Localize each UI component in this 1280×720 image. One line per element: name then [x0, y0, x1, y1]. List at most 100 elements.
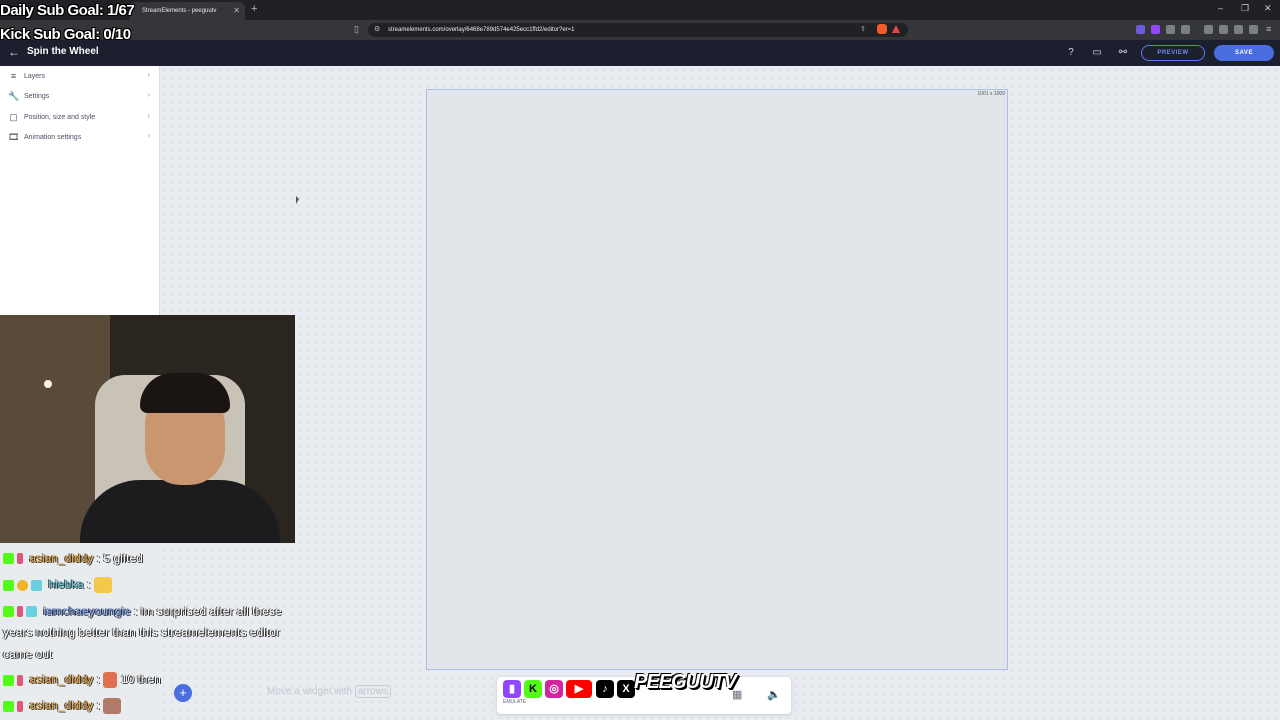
chat-message: iamchaeyoungie : im surprised after all …	[3, 604, 282, 618]
extension-icon[interactable]	[1136, 25, 1145, 34]
sidebar-item-label: Layers	[24, 73, 46, 80]
chat-message-continuation: came out	[3, 647, 53, 661]
bookmark-icon[interactable]: ▯	[354, 24, 359, 35]
emote-icon	[103, 672, 118, 688]
chat-message-continuation: years nothing better than this streamele…	[3, 625, 280, 639]
url-text: streamelements.com/overlay/6468e789d574e…	[388, 27, 575, 33]
sidebar-item-layers[interactable]: ≡ Layers ›	[0, 67, 160, 87]
chat-text: 5 gifted	[103, 551, 143, 565]
shield-icon[interactable]	[1249, 25, 1258, 34]
volume-icon[interactable]: 🔈	[767, 688, 781, 701]
share-icon[interactable]: ⇪	[860, 25, 866, 33]
kick-badge-icon	[3, 700, 14, 712]
url-field[interactable]: ⚙ streamelements.com/overlay/6468e789d57…	[368, 23, 908, 37]
sidebar-item-settings[interactable]: 🔧 Settings ›	[0, 87, 160, 107]
monitor-icon[interactable]: ▭	[1090, 46, 1104, 60]
webcam-feed	[0, 315, 295, 543]
sub-badge-icon	[17, 700, 23, 712]
x-icon: X	[617, 680, 635, 698]
chevron-right-icon: ›	[147, 131, 150, 140]
sub-badge-icon	[17, 674, 23, 686]
sub-badge-icon	[17, 606, 23, 618]
hint-key: arrows	[354, 685, 391, 698]
instagram-icon: ◎	[545, 680, 563, 698]
grid-icon[interactable]: ▦	[732, 688, 742, 701]
puzzle-icon[interactable]	[1166, 25, 1175, 34]
kick-sub-goal: Kick Sub Goal: 0/10	[0, 26, 131, 43]
sidebar-item-animation[interactable]: 🎞 Animation settings ›	[0, 128, 160, 148]
chat-separator: :	[96, 672, 101, 687]
kick-icon: K	[524, 680, 542, 698]
app-header: ← Spin the Wheel ? ▭ ⚯ PREVIEW SAVE	[0, 40, 1280, 66]
chat-separator: :	[87, 577, 91, 592]
chat-separator: :	[96, 698, 101, 713]
chat-text: im surprised after all these	[140, 604, 282, 618]
chat-message: asian_diddy : 5 gifted	[3, 551, 143, 565]
film-icon: 🎞	[8, 132, 20, 142]
preview-button[interactable]: PREVIEW	[1141, 45, 1205, 61]
mod-badge-icon	[26, 606, 37, 618]
new-tab-button[interactable]: +	[251, 3, 257, 15]
tab-title: StreamElements - peeguutv	[142, 8, 217, 14]
browser-tab[interactable]: StreamElements - peeguutv ✕	[130, 2, 245, 20]
emote-icon	[93, 577, 112, 593]
chat-message: hiebka :	[3, 577, 112, 593]
help-icon[interactable]: ?	[1064, 46, 1078, 60]
chat-separator: :	[134, 604, 138, 618]
sidebar-item-label: Settings	[24, 93, 50, 100]
menu-icon[interactable]: ≡	[1266, 24, 1271, 34]
add-widget-button[interactable]: +	[174, 684, 192, 702]
chat-username: hiebka	[48, 577, 84, 592]
save-button[interactable]: SAVE	[1214, 45, 1274, 61]
youtube-icon: ▶	[566, 680, 592, 698]
gift-badge-icon	[17, 579, 28, 591]
twitch-extension-icon[interactable]	[1151, 25, 1160, 34]
wallet-icon[interactable]	[1219, 25, 1228, 34]
close-tab-icon[interactable]: ✕	[233, 2, 240, 20]
kick-badge-icon	[3, 606, 14, 618]
brave-shields-icon[interactable]	[877, 24, 887, 34]
square-icon: ▢	[9, 112, 18, 122]
chevron-right-icon: ›	[147, 90, 150, 99]
browser-address-bar: ▯ ⚙ streamelements.com/overlay/6468e789d…	[0, 20, 1280, 40]
webcam-light	[44, 380, 52, 388]
menu-icon: ≡	[10, 71, 17, 81]
back-arrow-icon[interactable]: ←	[8, 45, 20, 59]
sidebar-icon[interactable]	[1204, 25, 1213, 34]
chat-text: 10 then	[120, 672, 161, 687]
page-title: Spin the Wheel	[27, 46, 99, 57]
bottom-toolbar: ▮ K ◎ ▶ ♪ X PEEGUUTV EMULATE ▦ 🔈	[497, 671, 791, 714]
kick-badge-icon	[3, 579, 14, 591]
chat-username: asian_diddy	[29, 672, 94, 687]
brand-logo: PEEGUUTV	[634, 671, 737, 693]
chat-username: iamchaeyoungie	[43, 604, 131, 618]
chevron-right-icon: ›	[147, 111, 150, 120]
daily-sub-goal: Daily Sub Goal: 1/67	[0, 2, 135, 19]
close-window-icon[interactable]: ✕	[1264, 3, 1272, 14]
tiktok-icon: ♪	[596, 680, 614, 698]
chat-username: asian_diddy	[29, 698, 94, 713]
wrench-icon: 🔧	[8, 91, 20, 101]
canvas-dimensions: 1001 x 1000	[977, 91, 1005, 97]
extension-icon-2[interactable]	[1181, 25, 1190, 34]
chat-separator: :	[96, 551, 101, 565]
link-icon[interactable]: ⚯	[1116, 46, 1130, 60]
brave-rewards-icon[interactable]	[892, 25, 900, 33]
restore-icon[interactable]: ❐	[1241, 3, 1249, 14]
keyboard-hint: Move a widget with arrows	[267, 685, 391, 698]
site-info-icon[interactable]: ⚙	[374, 25, 380, 33]
chat-username: asian_diddy	[29, 551, 94, 565]
sub-badge-icon	[17, 553, 23, 565]
browser-tab-bar: StreamElements - peeguutv ✕ + – ❐ ✕	[0, 0, 1280, 20]
overlay-canvas[interactable]: 1001 x 1000	[426, 89, 1008, 670]
emulate-label[interactable]: EMULATE	[503, 699, 526, 705]
emote-icon	[103, 698, 122, 714]
sidebar-item-label: Animation settings	[24, 134, 82, 141]
sidebar-item-label: Position, size and style	[24, 114, 96, 121]
kick-badge-icon	[3, 674, 14, 686]
sidebar-item-position[interactable]: ▢ Position, size and style ›	[0, 108, 160, 128]
webcam-person-hair	[140, 373, 230, 413]
minimize-icon[interactable]: –	[1218, 3, 1223, 13]
settings-sidebar: ≡ Layers › 🔧 Settings › ▢ Position, size…	[0, 66, 160, 316]
vpn-icon[interactable]	[1234, 25, 1243, 34]
